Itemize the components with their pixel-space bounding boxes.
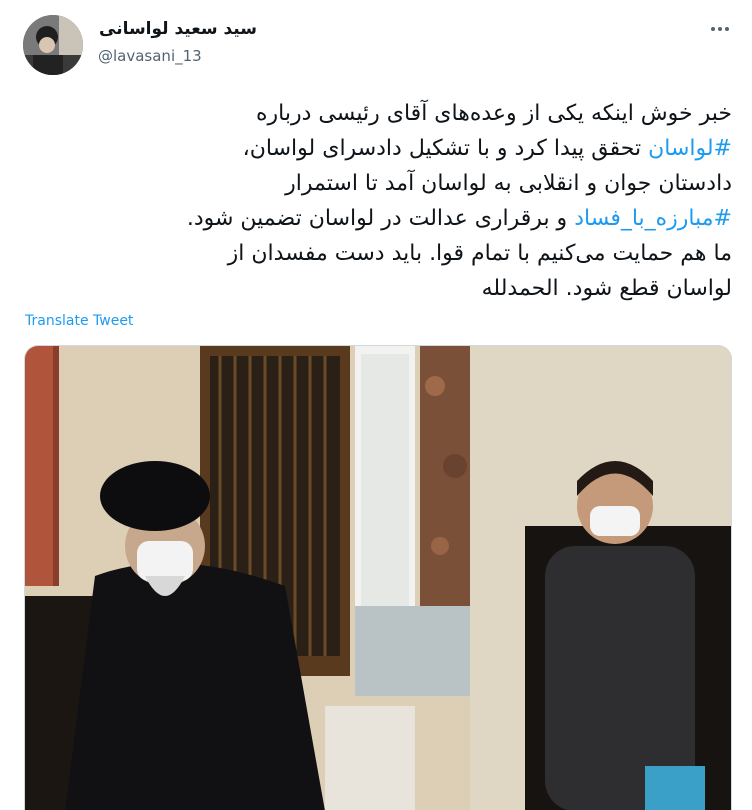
- photo-meeting-scene: [25, 346, 731, 810]
- tweet-line: خبر خوش اینکه یکی از وعده‌های آقای رئیسی…: [256, 101, 732, 126]
- author-display-name[interactable]: سید سعید لواسانی: [99, 19, 257, 39]
- tweet-line: ما هم حمایت می‌کنیم با تمام قوا. باید دس…: [227, 241, 732, 266]
- tweet-photo[interactable]: [24, 345, 732, 810]
- tweet-line: تحقق پیدا کرد و با تشکیل دادسرای لواسان،: [242, 136, 649, 161]
- more-options-icon[interactable]: [700, 18, 740, 40]
- tweet-line: و برقراری عدالت در لواسان تضمین شود.: [186, 206, 575, 231]
- hashtag-anti-corruption-link[interactable]: #مبارزه_با_فساد: [574, 206, 732, 231]
- translate-tweet-link[interactable]: Translate Tweet: [25, 313, 133, 329]
- tweet-text: خبر خوش اینکه یکی از وعده‌های آقای رئیسی…: [20, 96, 732, 306]
- tweet-line: دادستان جوان و انقلابی به لواسان آمد تا …: [285, 171, 732, 196]
- author-handle[interactable]: @lavasani_13: [98, 47, 202, 65]
- tweet-line: لواسان قطع شود. الحمدلله: [481, 276, 732, 301]
- avatar[interactable]: [23, 15, 83, 75]
- hashtag-lavasan-link[interactable]: #لواسان: [648, 136, 732, 161]
